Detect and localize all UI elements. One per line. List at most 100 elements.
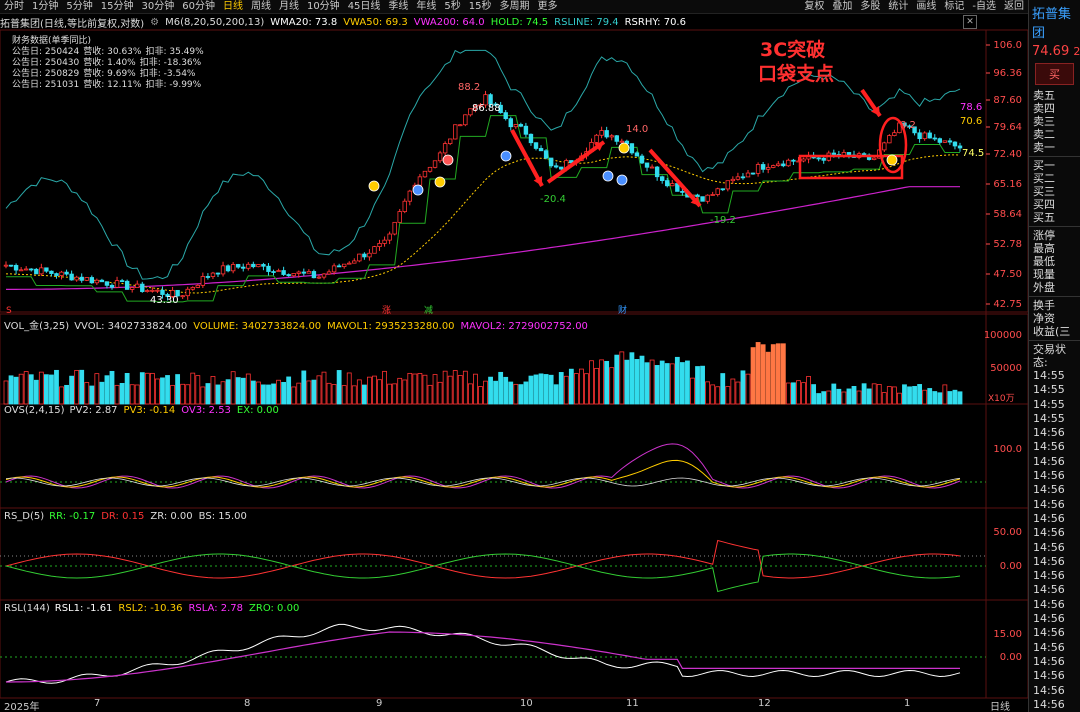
candle-body <box>634 152 640 157</box>
volume-bar <box>876 384 882 405</box>
volume-bar <box>478 386 483 405</box>
candle-body <box>781 163 786 167</box>
volume-bar <box>377 379 382 405</box>
candle-body <box>786 159 791 167</box>
volume-bar <box>816 393 822 405</box>
event-marker: 涨 <box>382 305 391 316</box>
rsl-value: ZRO: 0.00 <box>249 603 300 614</box>
candle-body <box>160 289 165 295</box>
period-button[interactable]: 日线 <box>990 698 1010 712</box>
candle-body <box>377 243 382 248</box>
volume-bar <box>705 381 711 405</box>
tick-time: 14:56 <box>1033 626 1065 640</box>
volume-bar <box>791 382 796 405</box>
candle-body <box>680 191 685 193</box>
candle-body <box>407 190 413 202</box>
vwa50-series <box>6 154 961 294</box>
candle-body <box>776 163 781 166</box>
tick-time: 14:55 <box>1033 397 1065 411</box>
tick-time: 14:56 <box>1033 497 1065 511</box>
volume-bar <box>897 392 902 405</box>
pane-frame <box>0 29 1028 313</box>
volume-bar <box>710 384 716 405</box>
volume-bar <box>695 366 700 405</box>
candle-body <box>735 176 741 180</box>
volume-bar <box>826 390 832 405</box>
buy-level: 买四 <box>1033 198 1055 211</box>
buy-button[interactable]: 买 <box>1035 63 1074 85</box>
candle-body <box>387 233 392 241</box>
candle-body <box>659 176 665 181</box>
volume-bar <box>811 384 817 405</box>
volume-bar <box>447 375 453 405</box>
volume-bar <box>392 383 398 405</box>
volume-bar <box>382 370 387 405</box>
candle-body <box>316 276 322 279</box>
candle-body <box>215 272 221 275</box>
volume-bar <box>190 372 196 405</box>
volume-bar <box>806 376 811 405</box>
candle-body <box>89 277 95 284</box>
candle-body <box>200 276 206 286</box>
ovs-tick: 100.0 <box>993 444 1022 455</box>
candle-body <box>740 176 746 179</box>
stock-name[interactable]: 拓普集团 <box>1029 0 1080 44</box>
volume-bar <box>205 383 211 405</box>
candle-body <box>140 283 145 292</box>
volume-bar <box>432 374 438 405</box>
volume-bar <box>3 380 9 405</box>
volume-bar <box>331 384 337 405</box>
right-value: 74.5 <box>962 148 984 159</box>
quote-stat: 现量 <box>1033 268 1055 281</box>
volume-bar <box>149 372 155 405</box>
price-tick: 106.0 <box>993 40 1022 51</box>
volume-bar <box>922 389 928 405</box>
volume-bar <box>518 384 524 405</box>
volume-bar <box>64 384 69 405</box>
volume-bar <box>725 386 731 405</box>
candle-body <box>382 239 387 244</box>
candle-body <box>281 270 286 275</box>
volume-bar <box>664 363 670 405</box>
volume-bar <box>932 391 938 405</box>
volume-bar <box>553 384 559 405</box>
candle-body <box>241 266 246 269</box>
date-tick: 2025年 <box>4 702 40 712</box>
volume-bar <box>412 373 418 405</box>
candle-body <box>119 280 125 283</box>
volume-bar <box>422 374 428 405</box>
tick-time: 14:55 <box>1033 383 1065 397</box>
candle-body <box>559 166 564 170</box>
volume-bar <box>594 367 599 405</box>
rsd-tick: 50.00 <box>993 527 1022 538</box>
candle-body <box>644 162 650 168</box>
volume-bar <box>94 373 100 405</box>
volume-bar <box>644 362 650 405</box>
candle-body <box>357 253 362 262</box>
candle-body <box>695 194 700 198</box>
candle-body <box>942 140 948 143</box>
volume-bar <box>326 382 332 405</box>
tick-time: 14:56 <box>1033 454 1065 468</box>
candle-body <box>518 124 524 127</box>
candle-body <box>771 165 776 168</box>
volume-bar <box>367 376 372 405</box>
candle-body <box>235 264 241 268</box>
candle-body <box>296 271 301 274</box>
candle-body <box>553 165 559 168</box>
trade-status: 交易状态: <box>1033 343 1066 369</box>
volume-bar <box>957 391 963 405</box>
sell-level: 卖五 <box>1033 89 1055 102</box>
volume-bar <box>912 386 917 405</box>
right-value: 70.6 <box>960 116 982 127</box>
volume-bar <box>796 380 801 405</box>
date-tick: 8 <box>244 698 251 709</box>
volume-bar <box>866 388 872 405</box>
rsd-rr-series <box>5 553 961 593</box>
volume-bar <box>215 384 221 405</box>
sell-level: 卖三 <box>1033 115 1055 128</box>
rsl-tick: 15.00 <box>993 629 1022 640</box>
volume-bar <box>685 360 690 405</box>
volume-bar <box>770 344 776 405</box>
volume-bar <box>387 383 393 405</box>
